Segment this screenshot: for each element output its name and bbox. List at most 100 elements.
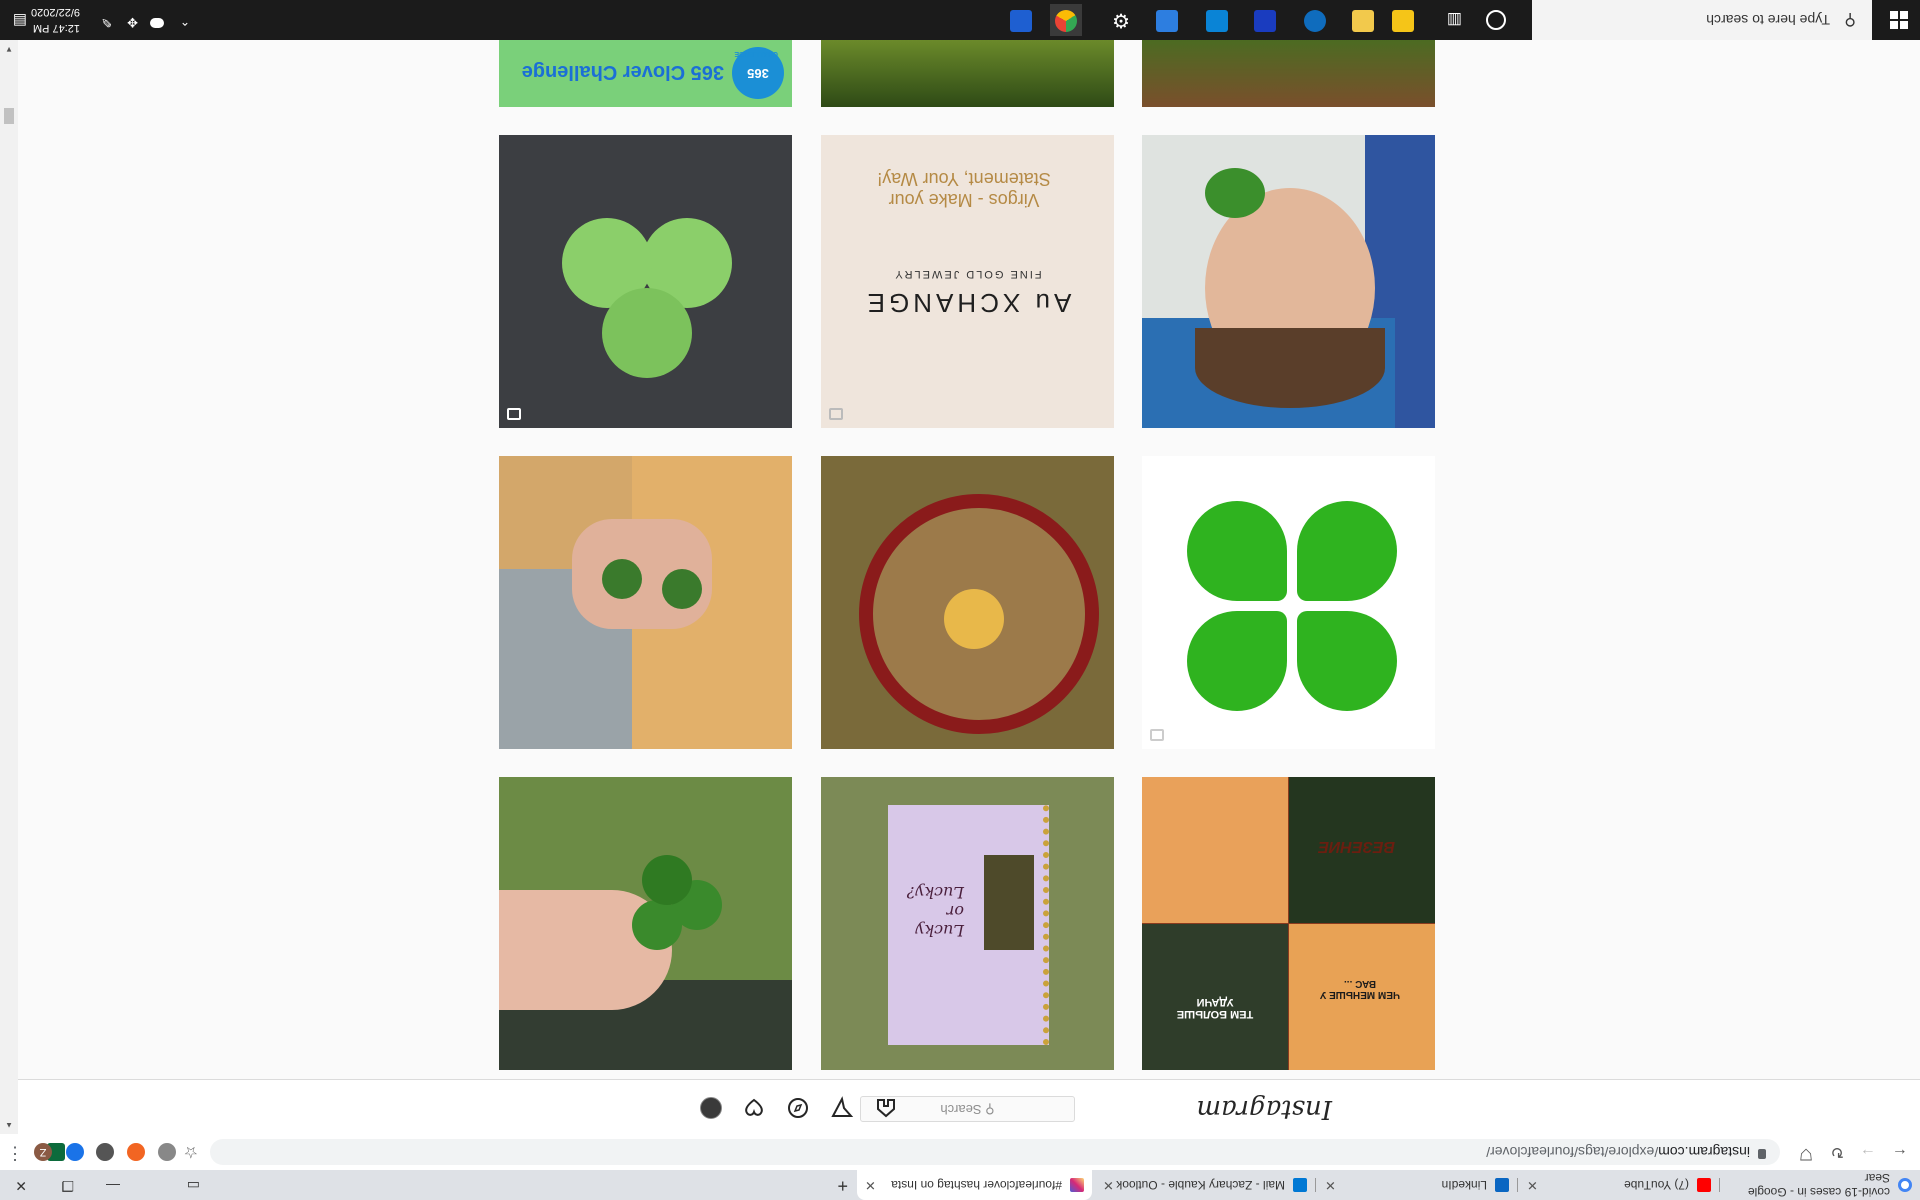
clover-image: [1165, 479, 1415, 729]
taskbar: ⚲ Type here to search ▥ ⚙ ⌃ ✥ ✎ 12:47 PM…: [0, 0, 1920, 40]
close-icon[interactable]: ✕: [865, 1177, 876, 1193]
address-bar-row: ← → ↻ ⛉ instagram.com/explore/tags/fourl…: [0, 1133, 1920, 1170]
extension-icon[interactable]: [66, 1143, 84, 1161]
address-bar[interactable]: instagram.com/explore/tags/fourleafclove…: [210, 1139, 1780, 1165]
forward-icon[interactable]: →: [1860, 1144, 1876, 1162]
url-host: instagram.com: [1658, 1144, 1750, 1160]
post-tile-magnifier[interactable]: [821, 456, 1114, 749]
direct-icon[interactable]: [830, 1096, 854, 1120]
tab-label: covid-19 cases in - Google Sear: [1747, 1171, 1890, 1199]
post-tile-garden[interactable]: [1142, 40, 1435, 107]
bookmark-star-icon[interactable]: ☆: [184, 1142, 198, 1162]
post-tile-clover-graphic[interactable]: [1142, 456, 1435, 749]
tab-youtube[interactable]: (7) YouTube ✕: [1519, 1170, 1719, 1200]
jewelry-brand: Au XCHANGE: [863, 288, 1072, 318]
clock-time[interactable]: 12:47 PM: [33, 22, 80, 34]
heart-icon[interactable]: [742, 1096, 766, 1120]
tab-outlook[interactable]: Mail - Zachary Kauble - Outlook ✕: [1095, 1170, 1315, 1200]
taskbar-search-input[interactable]: ⚲ Type here to search: [1532, 0, 1872, 40]
multi-post-icon: [1150, 729, 1164, 741]
post-grid: ЧЕМ МЕНЬШЕ У ВАС ... ВЕЗЕНИЕ ТЕМ БОЛЬШЕ …: [18, 40, 1920, 1080]
extension-icon[interactable]: [127, 1143, 145, 1161]
explore-icon[interactable]: [786, 1096, 810, 1120]
home-icon[interactable]: [874, 1096, 898, 1120]
clock-date[interactable]: 9/22/2020: [31, 6, 80, 18]
photos-icon[interactable]: [1206, 10, 1228, 32]
pen-icon[interactable]: ✎: [101, 14, 112, 30]
settings-gear-icon[interactable]: ⚙: [1112, 8, 1130, 33]
lock-icon: [1758, 1149, 1766, 1159]
scroll-down-icon[interactable]: ▼: [5, 45, 13, 54]
extension-icon[interactable]: [158, 1143, 176, 1161]
shield-icon[interactable]: ⛉: [1800, 1144, 1812, 1162]
linkedin-icon: [1495, 1178, 1509, 1192]
file-folder-icon[interactable]: [1352, 10, 1374, 32]
multi-post-icon: [507, 408, 521, 420]
cloud-icon[interactable]: [150, 18, 164, 28]
post-tile-picking-clover[interactable]: [499, 456, 792, 749]
tab-strip: covid-19 cases in - Google Sear (7) YouT…: [0, 1170, 1920, 1200]
clover-image: [552, 178, 732, 378]
new-tab-button[interactable]: +: [837, 1175, 848, 1196]
post-tile-notebook[interactable]: Lucky or Lucky?: [821, 777, 1114, 1070]
extension-icon[interactable]: [96, 1143, 114, 1161]
app-icon[interactable]: [1254, 10, 1276, 32]
poster-text: ЧЕМ МЕНЬШЕ У ВАС ...: [1320, 978, 1400, 1000]
mail-icon[interactable]: [1010, 10, 1032, 32]
post-tile-three-leaf[interactable]: [499, 135, 792, 428]
tab-label: Mail - Zachary Kauble - Outlook: [1116, 1178, 1285, 1192]
poster-text: ВЕЗЕНИЕ: [1318, 838, 1395, 855]
close-icon[interactable]: ✕: [1103, 1177, 1114, 1193]
profile-avatar[interactable]: Z: [34, 1143, 52, 1161]
outlook-icon: [1293, 1178, 1307, 1192]
post-tile-girl-clover[interactable]: [1142, 135, 1435, 428]
post-tile-hand-clover[interactable]: [499, 777, 792, 1070]
scroll-up-icon[interactable]: ▲: [5, 1121, 13, 1130]
menu-icon[interactable]: ⋮: [6, 1143, 24, 1164]
challenge-title: 365 Clover Challenge: [521, 61, 724, 83]
edge-icon[interactable]: [1304, 10, 1326, 32]
close-window-button[interactable]: ✕: [15, 1177, 27, 1194]
url-path: /explore/tags/fourleafclover/: [1486, 1144, 1659, 1160]
close-icon[interactable]: ✕: [1325, 1177, 1336, 1193]
chrome-icon[interactable]: [1055, 10, 1077, 32]
poster-text: ТЕМ БОЛЬШЕ УДАЧИ: [1176, 996, 1254, 1020]
notification-icon[interactable]: ▤: [13, 12, 27, 30]
instagram-logo[interactable]: Instagram: [1196, 1094, 1332, 1124]
tab-instagram[interactable]: #fourleafclover hashtag on Insta ✕: [857, 1170, 1092, 1200]
google-icon: [1898, 1178, 1912, 1192]
youtube-icon: [1697, 1178, 1711, 1192]
close-icon[interactable]: ✕: [1527, 1177, 1538, 1193]
dropbox-icon[interactable]: ✥: [127, 14, 138, 30]
instagram-icon: [1070, 1178, 1084, 1192]
post-tile-challenge[interactable]: 365 CHALLENGE 365 Clover Challenge: [499, 40, 792, 107]
notebook-text: Lucky or Lucky?: [906, 883, 964, 940]
cortana-icon[interactable]: [1486, 10, 1506, 30]
restore-button[interactable]: ❐: [61, 1177, 74, 1194]
post-tile-jewelry[interactable]: Au XCHANGE FINE GOLD JEWELRY Virgos - Ma…: [821, 135, 1114, 428]
windows-start-icon[interactable]: [1890, 11, 1908, 29]
tab-label: (7) YouTube: [1624, 1178, 1689, 1192]
multi-post-icon: [829, 408, 843, 420]
tab-linkedin[interactable]: LinkedIn ✕: [1317, 1170, 1517, 1200]
reload-icon[interactable]: ↻: [1831, 1142, 1844, 1162]
store-icon[interactable]: [1156, 10, 1178, 32]
back-icon[interactable]: ←: [1892, 1144, 1908, 1162]
post-tile-poster[interactable]: ЧЕМ МЕНЬШЕ У ВАС ... ВЕЗЕНИЕ ТЕМ БОЛЬШЕ …: [1142, 777, 1435, 1070]
tab-label: #fourleafclover hashtag on Insta: [891, 1178, 1062, 1192]
avatar[interactable]: [700, 1097, 722, 1119]
chevron-up-icon[interactable]: ⌃: [180, 14, 190, 28]
tab-label: LinkedIn: [1441, 1178, 1487, 1192]
scrollbar[interactable]: ▲ ▼: [0, 40, 18, 1134]
taskbar-search-placeholder: Type here to search: [1706, 12, 1830, 28]
file-explorer-icon[interactable]: [1392, 10, 1414, 32]
instagram-header: Instagram ⚲ Search: [18, 1079, 1920, 1134]
screen: covid-19 cases in - Google Sear (7) YouT…: [0, 0, 1920, 1200]
post-tile-field[interactable]: [821, 40, 1114, 107]
jewelry-caption: Virgos - Make your Statement, Your Way!: [877, 169, 1051, 210]
minimize-button[interactable]: —: [106, 1178, 120, 1194]
task-view-icon[interactable]: ▥: [1447, 10, 1462, 30]
tab-google[interactable]: covid-19 cases in - Google Sear: [1720, 1170, 1920, 1200]
scroll-thumb[interactable]: [4, 108, 14, 124]
tab-search-icon[interactable]: ▭: [187, 1177, 200, 1194]
